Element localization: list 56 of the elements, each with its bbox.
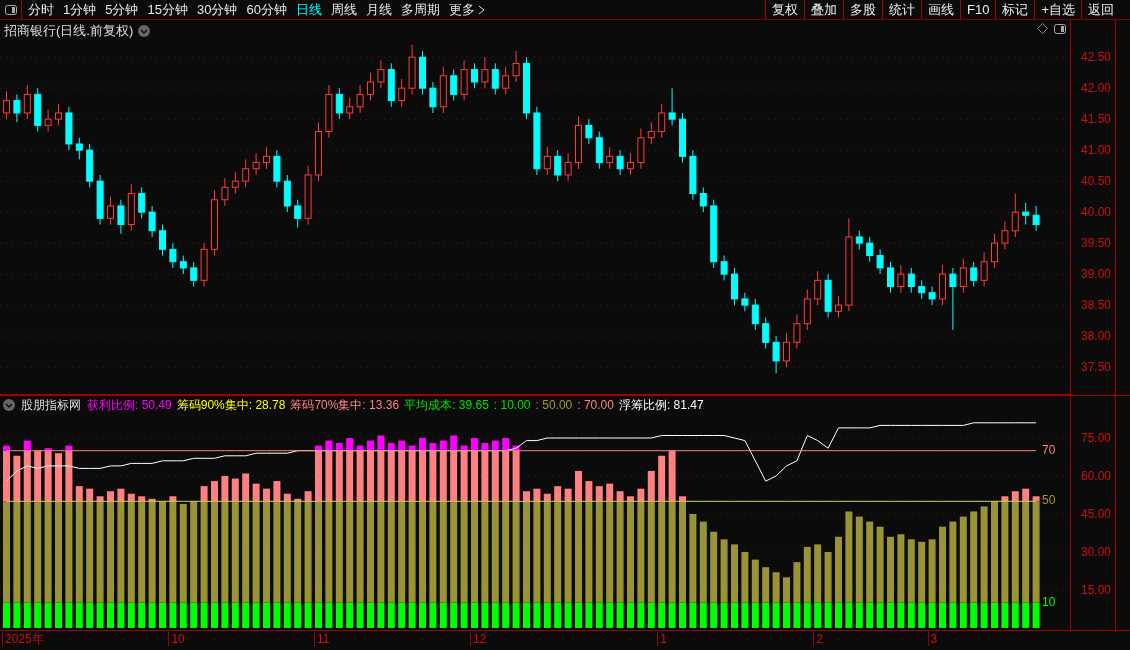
date-label: 10 bbox=[168, 632, 185, 646]
period-tab[interactable]: 周线 bbox=[330, 0, 357, 20]
period-tab[interactable]: 分时 bbox=[28, 0, 54, 20]
period-tab[interactable]: 多周期 bbox=[400, 0, 440, 20]
indicator-tick-label: 75.00 bbox=[1081, 431, 1112, 446]
price-tick-label: 41.50 bbox=[1081, 112, 1112, 127]
date-label: 11 bbox=[314, 632, 330, 646]
legend-value: : 50.00 bbox=[535, 397, 573, 414]
period-tab[interactable]: 15分钟 bbox=[147, 0, 188, 20]
indicator-tick-label: 60.00 bbox=[1081, 469, 1112, 483]
price-tick-label: 40.00 bbox=[1081, 205, 1112, 220]
period-tab[interactable]: 月线 bbox=[365, 0, 392, 20]
toolbar-button[interactable]: 返回 bbox=[1081, 0, 1120, 19]
date-label: 3 bbox=[927, 632, 938, 646]
indicator-name: 股朋指标网 bbox=[21, 397, 81, 414]
price-tick-label: 42.50 bbox=[1081, 50, 1112, 65]
legend-value: 获利比例: 50.49 bbox=[87, 397, 172, 414]
toolbar-button[interactable]: F10 bbox=[960, 0, 996, 19]
toolbar-button[interactable]: 画线 bbox=[921, 0, 960, 19]
date-label: 2025年 bbox=[2, 632, 44, 646]
chart-title: 招商银行(日线.前复权) bbox=[4, 22, 134, 40]
period-tab[interactable]: 日线 bbox=[295, 0, 322, 20]
indicator-tick-label: 15.00 bbox=[1081, 582, 1112, 597]
toolbar-button[interactable]: 多股 bbox=[843, 0, 882, 19]
toolbar-button[interactable]: 统计 bbox=[882, 0, 921, 19]
indicator-tick-label: 30.00 bbox=[1081, 545, 1112, 559]
price-tick-label: 37.50 bbox=[1081, 360, 1112, 375]
legend-value: : 70.00 bbox=[577, 397, 614, 414]
price-tick-label: 39.00 bbox=[1081, 267, 1112, 282]
more-button[interactable]: 更多 bbox=[448, 0, 485, 20]
legend-value: 筹码90%集中: 28.78 bbox=[176, 397, 286, 414]
toolbar-button[interactable]: 复权 bbox=[765, 0, 804, 19]
period-tab[interactable]: 1分钟 bbox=[63, 0, 97, 20]
period-tab[interactable]: 60分钟 bbox=[246, 0, 287, 20]
price-tick-label: 41.00 bbox=[1081, 143, 1112, 158]
price-tick-label: 38.00 bbox=[1081, 329, 1112, 344]
level-label: 10 bbox=[1042, 595, 1056, 609]
date-label: 12 bbox=[470, 632, 487, 646]
toolbar-button[interactable]: +自选 bbox=[1034, 0, 1081, 19]
price-tick-label: 40.50 bbox=[1081, 174, 1112, 189]
price-tick-label: 42.00 bbox=[1081, 81, 1112, 96]
period-tab[interactable]: 30分钟 bbox=[196, 0, 238, 20]
legend-value: : 10.00 bbox=[493, 397, 531, 414]
period-tab[interactable]: 5分钟 bbox=[105, 0, 139, 20]
legend-value: 平均成本: 39.65 bbox=[404, 397, 489, 414]
toolbar-button[interactable]: 叠加 bbox=[804, 0, 843, 19]
price-tick-label: 39.50 bbox=[1081, 236, 1112, 251]
date-label: 1 bbox=[657, 632, 667, 646]
legend-value: 浮筹比例: 81.47 bbox=[618, 397, 704, 414]
indicator-tick-label: 45.00 bbox=[1081, 507, 1112, 521]
date-label: 2 bbox=[813, 632, 823, 646]
price-tick-label: 38.50 bbox=[1081, 298, 1112, 313]
toolbar-button[interactable]: 标记 bbox=[995, 0, 1035, 19]
legend-value: 筹码70%集中: 13.36 bbox=[290, 397, 400, 414]
level-label: 50 bbox=[1042, 494, 1056, 508]
level-label: 70 bbox=[1042, 443, 1056, 457]
